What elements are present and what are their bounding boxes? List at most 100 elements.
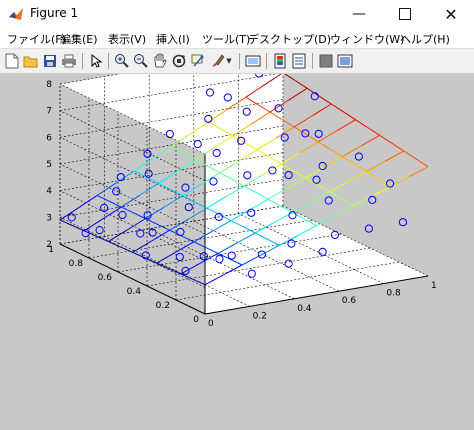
data-point (112, 187, 121, 196)
brush-dropdown-button[interactable]: ▼ (224, 52, 234, 70)
mesh-segment (282, 72, 296, 81)
menu-view[interactable]: 表示(V) (108, 31, 146, 47)
minimize-button[interactable]: — (336, 0, 382, 28)
data-point (67, 213, 76, 222)
toolbar-separator (266, 53, 267, 69)
legend-icon (292, 53, 306, 69)
data-point (118, 210, 127, 220)
data-point (144, 169, 153, 178)
mesh-segment (83, 218, 104, 232)
menu-bar: ファイル(F) 編集(E) 表示(V) 挿入(I) ツール(T) デスクトップ(… (0, 28, 474, 48)
mesh-segment (108, 241, 121, 248)
zoom-in-button[interactable] (113, 52, 131, 70)
mesh-segment (126, 218, 146, 231)
close-button[interactable]: ✕ (428, 0, 474, 28)
mesh-segment (312, 103, 332, 116)
menu-file[interactable]: ファイル(F) (7, 31, 66, 47)
data-point (181, 183, 190, 192)
mesh-segment (305, 177, 318, 186)
data-point (354, 152, 363, 161)
mesh-segment (341, 198, 354, 207)
mesh-segment (342, 145, 362, 158)
mesh-segment (182, 195, 195, 203)
save-button[interactable] (41, 52, 59, 70)
mesh-segment (334, 205, 354, 217)
mesh-segment (318, 141, 331, 150)
print-button[interactable] (60, 52, 78, 70)
mesh-segment (292, 201, 312, 213)
mesh-segment (152, 145, 172, 160)
data-point (398, 218, 408, 227)
mesh-segment (323, 156, 343, 168)
menu-desktop[interactable]: デスクトップ(D) (248, 31, 331, 47)
x-tick-label: 0.4 (297, 304, 312, 314)
hide-plot-tools-icon (319, 54, 333, 68)
window-title: Figure 1 (30, 6, 79, 20)
mesh-segment (102, 206, 122, 220)
mesh-segment (158, 182, 171, 190)
z-tick-label: 8 (46, 80, 52, 90)
mesh-segment (109, 200, 122, 208)
mesh-segment (342, 156, 355, 165)
menu-tools[interactable]: ツール(T) (202, 31, 250, 47)
colorbar-button[interactable] (271, 52, 289, 70)
pointer-icon (91, 54, 102, 68)
legend-button[interactable] (290, 52, 308, 70)
menu-insert[interactable]: 挿入(I) (156, 31, 190, 47)
toolbar-separator (312, 53, 313, 69)
title-bar: Figure 1 — ✕ (0, 0, 474, 29)
data-point (314, 129, 323, 138)
data-point (364, 224, 373, 233)
mesh-segment (366, 171, 380, 180)
mesh-segment (288, 87, 308, 101)
mesh-segment (355, 119, 368, 128)
menu-edit[interactable]: 編集(E) (60, 31, 98, 47)
mesh-segment (120, 246, 133, 253)
menu-window[interactable]: ウィンドウ(W) (330, 31, 404, 47)
data-point (100, 203, 109, 212)
save-icon (44, 55, 56, 67)
data-point (175, 252, 184, 262)
z-tick-label: 5 (46, 160, 52, 170)
mesh-segment (108, 229, 128, 242)
figure-canvas[interactable]: 0 0.2 0.4 0.6 0.8 1 0 0.2 0.4 0.6 0.8 1 2 3 4 5 6 7 8 (0, 45, 474, 426)
toolbar-separator (108, 53, 109, 69)
link-plot-button[interactable] (244, 52, 262, 70)
zoom-in-icon (115, 54, 129, 68)
new-figure-button[interactable] (3, 52, 21, 70)
mesh-segment (293, 126, 307, 135)
side-wall-gridline (59, 163, 206, 235)
colorbar-icon (274, 53, 286, 69)
close-icon: ✕ (444, 4, 458, 24)
rotate-icon (172, 54, 186, 68)
x-tick-label: 0 (208, 319, 214, 329)
data-point (176, 227, 185, 237)
mesh-segment (415, 158, 429, 168)
open-file-button[interactable] (22, 52, 40, 70)
mesh-segment (163, 195, 183, 208)
mesh-segment (391, 142, 405, 152)
data-point (368, 195, 377, 204)
mesh-segment (180, 263, 200, 275)
z-tick-label: 4 (46, 187, 52, 197)
toolbar-separator (239, 53, 240, 69)
mesh-segment (115, 170, 135, 184)
mesh-segment (347, 171, 367, 183)
rotate-button[interactable] (170, 52, 188, 70)
open-file-icon (23, 56, 38, 68)
mesh-segment (366, 160, 386, 172)
zoom-out-button[interactable] (132, 52, 150, 70)
x-tick-label: 1 (431, 281, 437, 291)
z-tick-label: 6 (46, 133, 52, 143)
brush-dropdown-icon: ▼ (226, 57, 232, 65)
mesh-segment (403, 150, 417, 160)
hide-plot-tools-button[interactable] (317, 52, 335, 70)
mesh-segment (299, 141, 319, 154)
menu-help[interactable]: ヘルプ(H) (400, 31, 450, 47)
maximize-button[interactable] (382, 0, 428, 28)
pointer-button[interactable] (87, 52, 105, 70)
plot-3d[interactable]: 00.20.40.60.8100.20.40.60.812345678 (0, 45, 474, 426)
show-plot-tools-button[interactable] (336, 52, 354, 70)
data-cursor-button[interactable] (189, 52, 207, 70)
pan-button[interactable] (151, 52, 169, 70)
